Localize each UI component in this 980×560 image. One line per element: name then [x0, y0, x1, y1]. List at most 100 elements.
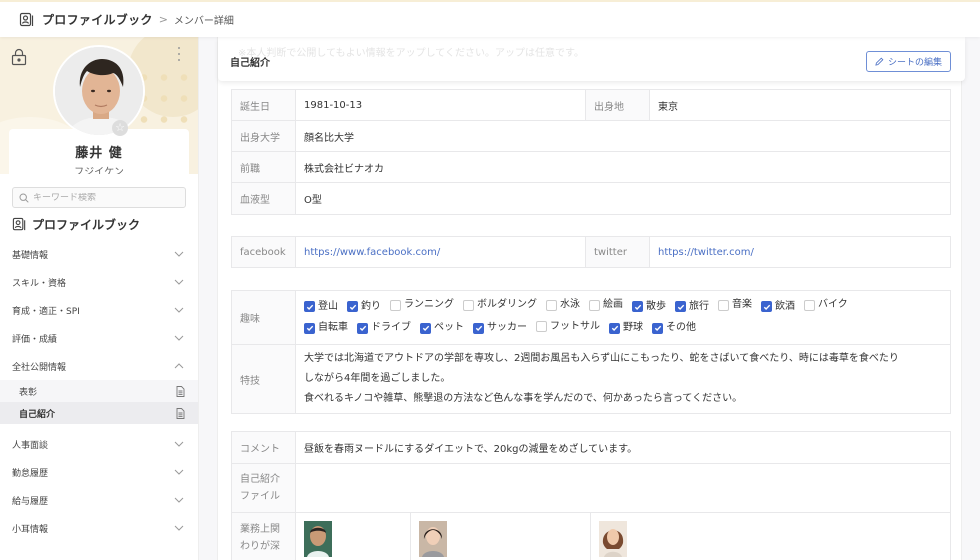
checkbox-checked-icon[interactable] — [304, 301, 315, 312]
hobby-checkbox[interactable]: 水泳 — [546, 296, 580, 314]
hobby-checkbox[interactable]: 登山 — [304, 298, 338, 316]
sidebar-item-evaluation[interactable]: 評価・成績 — [0, 324, 198, 352]
table-row: 誕生日 1981-10-13 出身地 東京 — [231, 89, 951, 121]
member-photo[interactable] — [419, 521, 447, 557]
search-icon — [19, 192, 29, 203]
hobby-checkbox[interactable]: ボルダリング — [463, 296, 537, 314]
table-row: 業務上関 わりが深 — [231, 512, 951, 560]
previous-job-label: 前職 — [231, 151, 296, 183]
more-menu-icon[interactable] — [176, 47, 182, 61]
sidebar-subitem-awards[interactable]: 表彰 — [0, 380, 198, 402]
member-photo[interactable] — [304, 521, 332, 557]
sidebar-item-basic-info[interactable]: 基礎情報 — [0, 240, 198, 268]
sidebar-item-attendance[interactable]: 勤怠履歴 — [0, 458, 198, 486]
skills-line: しながら4年間を過ごしました。 — [304, 373, 451, 384]
table-row: 趣味 登山 釣り ランニング ボルダリング 水泳 絵画 散歩 旅行 音楽 飲酒 バイク 自転車 ドライブ… — [231, 290, 951, 345]
hobby-checkbox[interactable]: 釣り — [347, 298, 381, 316]
related-member-3[interactable] — [590, 512, 951, 560]
hobby-checkbox[interactable]: 飲酒 — [761, 298, 795, 316]
member-photo[interactable] — [599, 521, 627, 557]
related-member-2[interactable] — [410, 512, 591, 560]
checkbox-checked-icon[interactable] — [357, 322, 368, 334]
university-label: 出身大学 — [231, 120, 296, 152]
top-bar: プロファイルブック > メンバー詳細 — [0, 0, 980, 37]
hobby-checkbox[interactable]: 音楽 — [718, 296, 752, 314]
sidebar-item-interviews[interactable]: 人事面談 — [0, 430, 198, 458]
sidebar-item-hearsay[interactable]: 小耳情報 — [0, 514, 198, 542]
checkbox-unchecked-icon[interactable] — [804, 299, 815, 311]
sidebar-item-label: 人事面談 — [12, 440, 49, 451]
checkbox-unchecked-icon[interactable] — [546, 299, 557, 311]
comment-table: コメント 昼飯を春雨ヌードルにするダイエットで、20kgの減量をめざしています。… — [231, 431, 951, 560]
hobby-checkbox[interactable]: 絵画 — [589, 296, 623, 314]
hobby-checkbox[interactable]: 野球 — [609, 319, 643, 337]
checkbox-unchecked-icon[interactable] — [536, 321, 547, 332]
skills-line: 大学では北海道でアウトドアの学部を専攻し、2週間お風呂も入らず山にこもったり、蛇… — [304, 353, 899, 364]
lock-icon[interactable] — [11, 48, 27, 66]
chevron-down-icon — [174, 441, 184, 447]
checkbox-checked-icon[interactable] — [473, 322, 484, 334]
skills-line: 食べれるキノコや雑草、熊撃退の方法など色んな事を学んだので、何かあったら言ってく… — [304, 393, 743, 404]
hobby-checkbox[interactable]: フットサル — [536, 318, 600, 336]
related-member-1[interactable] — [295, 512, 411, 560]
favorite-star-icon[interactable]: ☆ — [112, 120, 128, 136]
hobby-checkbox[interactable]: サッカー — [473, 319, 527, 337]
checkbox-checked-icon[interactable] — [609, 322, 620, 334]
table-row: 血液型 O型 — [231, 182, 951, 215]
facebook-link[interactable]: https://www.facebook.com/ — [304, 247, 440, 258]
hobby-checkbox[interactable]: ランニング — [390, 296, 454, 314]
checkbox-checked-icon[interactable] — [761, 301, 772, 312]
checkbox-unchecked-icon[interactable] — [463, 299, 474, 311]
checkbox-unchecked-icon[interactable] — [390, 299, 401, 311]
chevron-down-icon — [174, 251, 184, 257]
hobby-checkbox[interactable]: ドライブ — [357, 319, 411, 337]
breadcrumb-root[interactable]: プロファイルブック — [42, 11, 153, 28]
hobby-checkbox[interactable]: バイク — [804, 296, 848, 314]
document-icon — [176, 385, 185, 397]
table-row: 特技 大学では北海道でアウトドアの学部を専攻し、2週間お風呂も入らず山にこもった… — [231, 344, 951, 414]
hobby-label: 散歩 — [646, 300, 666, 312]
keyword-search[interactable] — [12, 187, 186, 208]
twitter-link[interactable]: https://twitter.com/ — [658, 247, 754, 258]
hobby-label: 自転車 — [318, 322, 348, 333]
sidebar-subitem-self-intro[interactable]: 自己紹介 — [0, 402, 198, 424]
sidebar-item-skills[interactable]: スキル・資格 — [0, 268, 198, 296]
checkbox-checked-icon[interactable] — [304, 322, 315, 334]
facebook-label: facebook — [231, 236, 296, 268]
edit-sheet-button[interactable]: シートの編集 — [865, 51, 951, 72]
checkbox-checked-icon[interactable] — [652, 322, 663, 334]
sheet-note: ※本人判断で公開してもよい情報をアップしてください。アップは任意です。 — [238, 48, 584, 59]
hobby-checkbox[interactable]: 散歩 — [632, 298, 666, 316]
sidebar-item-public-info[interactable]: 全社公開情報 — [0, 352, 198, 380]
hobby-label: 野球 — [623, 322, 643, 333]
table-row: 前職 株式会社ビナオカ — [231, 151, 951, 183]
profile-book-icon — [19, 12, 34, 26]
hobby-label: ボルダリング — [477, 299, 537, 310]
table-row: facebook https://www.facebook.com/ twitt… — [231, 236, 951, 268]
sidebar-item-label: 小耳情報 — [12, 524, 49, 535]
checkbox-checked-icon[interactable] — [675, 301, 686, 312]
sidebar-item-label: 勤怠履歴 — [12, 468, 49, 479]
blood-type-label: 血液型 — [231, 182, 296, 215]
birthplace-label: 出身地 — [585, 89, 650, 121]
checkbox-unchecked-icon[interactable] — [718, 299, 729, 311]
table-row: 自己紹介 ファイル — [231, 463, 951, 513]
hobby-checkbox[interactable]: その他 — [652, 319, 696, 337]
checkbox-checked-icon[interactable] — [347, 301, 358, 312]
keyword-search-input[interactable] — [33, 192, 183, 203]
profile-header: ☆ 藤井 健 フジイケン — [0, 37, 198, 174]
hobby-checkbox[interactable]: ペット — [420, 319, 464, 337]
checkbox-unchecked-icon[interactable] — [589, 299, 600, 311]
hobbies-checklist: 登山 釣り ランニング ボルダリング 水泳 絵画 散歩 旅行 音楽 飲酒 バイク自転車 ドライブ ペット… — [295, 290, 951, 345]
checkbox-checked-icon[interactable] — [420, 322, 431, 334]
sidebar-section-title: プロファイルブック — [0, 208, 198, 240]
sheet-title: 自己紹介 — [230, 58, 270, 69]
hobby-checkbox[interactable]: 自転車 — [304, 319, 348, 337]
checkbox-checked-icon[interactable] — [632, 301, 643, 312]
hobby-checkbox[interactable]: 旅行 — [675, 298, 709, 316]
birthday-value: 1981-10-13 — [295, 89, 586, 121]
sheet-header: ※本人判断で公開してもよい情報をアップしてください。アップは任意です。 自己紹介… — [218, 37, 965, 81]
sidebar-item-training[interactable]: 育成・適正・SPI — [0, 296, 198, 324]
sidebar-item-salary[interactable]: 給与履歴 — [0, 486, 198, 514]
chevron-down-icon — [174, 497, 184, 503]
